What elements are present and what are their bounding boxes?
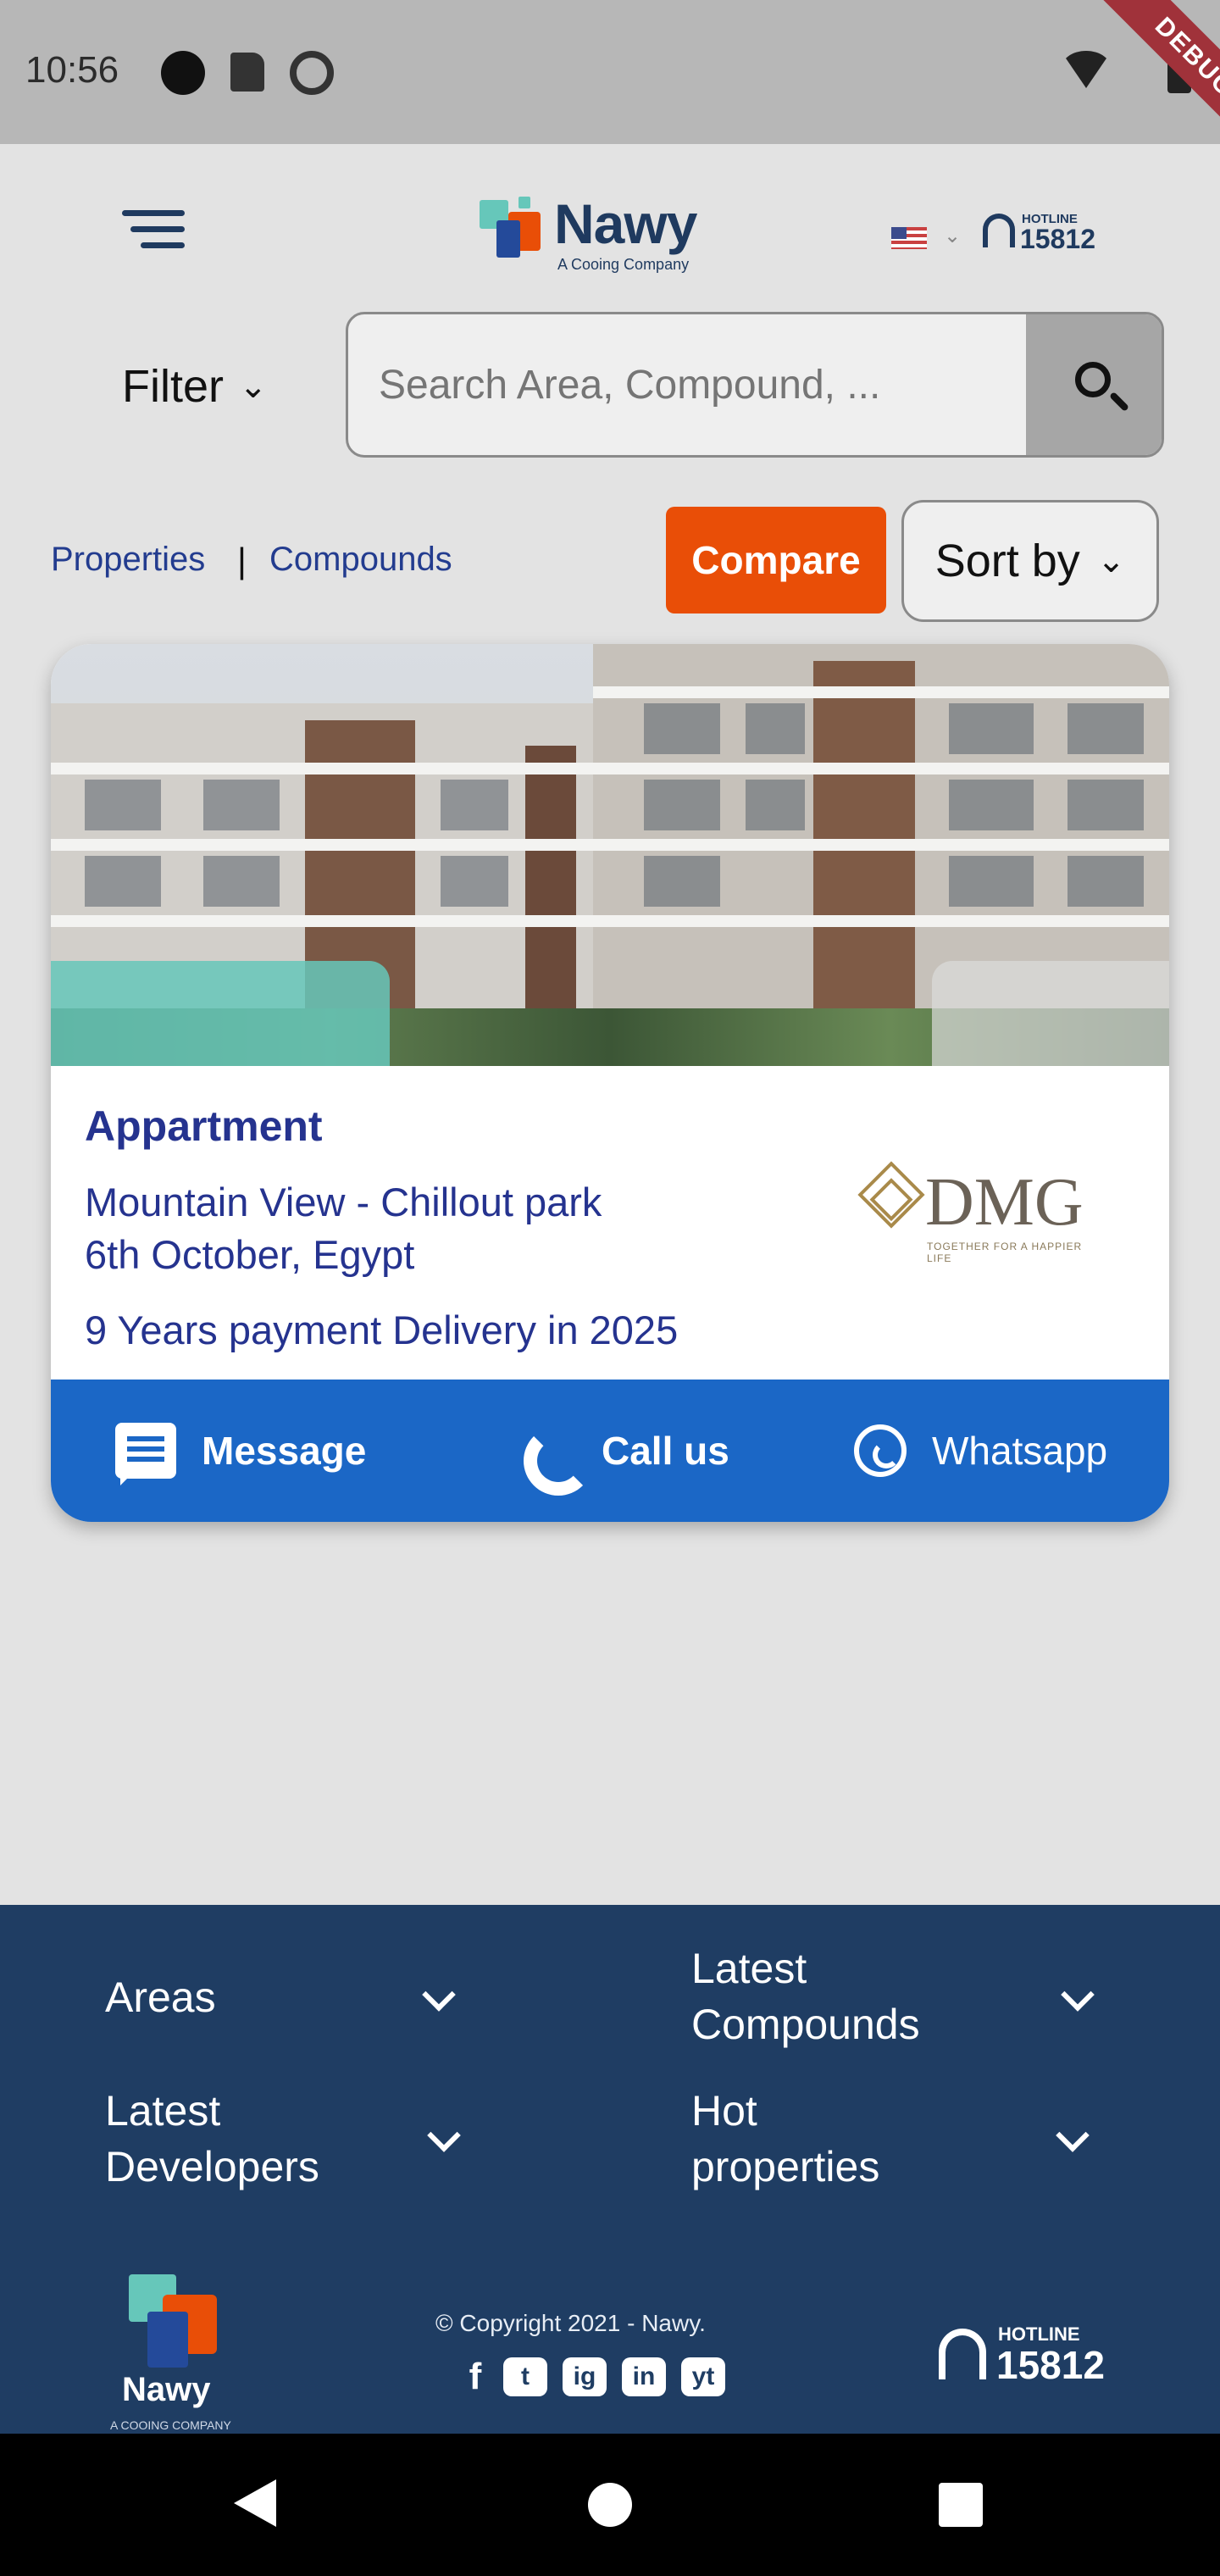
property-details: Appartment Mountain View - Chillout park… bbox=[51, 1066, 1169, 1380]
footer-hot-properties-line2: properties bbox=[691, 2143, 880, 2190]
property-image[interactable] bbox=[51, 644, 1169, 1066]
brand-tagline: A Cooing Company bbox=[557, 256, 690, 273]
chevron-down-icon[interactable] bbox=[1056, 2118, 1090, 2152]
compound-name: Mountain View - Chillout park bbox=[85, 1180, 602, 1224]
us-flag-icon bbox=[891, 227, 927, 249]
message-icon bbox=[115, 1423, 176, 1485]
app-header: Nawy A Cooing Company ⌄ HOTLINE 15812 bbox=[0, 144, 1220, 314]
call-label: Call us bbox=[602, 1429, 729, 1473]
property-area: 6th October, Egypt bbox=[85, 1232, 415, 1277]
search-box bbox=[346, 312, 1164, 458]
footer-hotline-number: 15812 bbox=[996, 2343, 1105, 2387]
developer-logo: DMG TOGETHER FOR A HAPPIER LIFE bbox=[857, 1161, 1110, 1266]
status-time: 10:56 bbox=[25, 49, 119, 91]
contact-actions: Message Call us Whatsapp bbox=[51, 1380, 1169, 1522]
whatsapp-icon bbox=[854, 1424, 907, 1477]
twitter-icon[interactable]: t bbox=[503, 2357, 547, 2396]
chevron-down-icon: ⌄ bbox=[239, 368, 268, 405]
sort-label: Sort by bbox=[934, 536, 1080, 586]
back-icon[interactable] bbox=[234, 2479, 276, 2527]
search-icon bbox=[1075, 362, 1111, 397]
copyright-text: © Copyright 2021 - Nawy. bbox=[435, 2310, 706, 2336]
linkedin-icon[interactable]: in bbox=[622, 2357, 666, 2396]
social-links: f t ig in yt bbox=[463, 2356, 725, 2397]
footer-latest-compounds-line2: Compounds bbox=[691, 2001, 920, 2048]
footer-hot-properties-line1: Hot bbox=[691, 2087, 757, 2135]
menu-icon[interactable] bbox=[122, 210, 185, 253]
nawy-mark-icon bbox=[480, 197, 541, 258]
footer-areas[interactable]: Areas bbox=[105, 1969, 216, 2025]
chevron-down-icon: ⌄ bbox=[1096, 542, 1126, 580]
developer-name: DMG bbox=[925, 1165, 1084, 1240]
call-button[interactable]: Call us bbox=[520, 1380, 729, 1522]
whatsapp-label: Whatsapp bbox=[932, 1429, 1108, 1473]
message-button[interactable]: Message bbox=[115, 1380, 366, 1522]
site-footer: Areas Latest Compounds Latest Developers… bbox=[0, 1905, 1220, 2434]
at-sign-icon bbox=[290, 51, 334, 95]
footer-logo[interactable]: Nawy A COOING COMPANY bbox=[110, 2269, 254, 2434]
brand-name: Nawy bbox=[554, 192, 697, 255]
footer-latest-developers-line1: Latest bbox=[105, 2087, 221, 2135]
hotline-number: 15812 bbox=[1020, 224, 1095, 254]
whatsapp-button[interactable]: Whatsapp bbox=[854, 1380, 1107, 1522]
developer-diamond-icon bbox=[857, 1161, 925, 1229]
system-nav-bar bbox=[0, 2434, 1220, 2576]
footer-hotline[interactable]: HOTLINE 15812 bbox=[939, 2323, 1117, 2391]
payment-plan: 9 Years payment Delivery in 2025 bbox=[85, 1307, 679, 1352]
footer-latest-developers[interactable]: Latest Developers bbox=[105, 2083, 319, 2195]
image-badge-right bbox=[932, 961, 1169, 1066]
nawy-logo[interactable]: Nawy A Cooing Company bbox=[476, 192, 747, 276]
language-selector[interactable]: ⌄ bbox=[891, 222, 968, 256]
property-location: Mountain View - Chillout park 6th Octobe… bbox=[85, 1176, 602, 1281]
chevron-down-icon[interactable] bbox=[422, 1978, 456, 2012]
footer-latest-compounds-line1: Latest bbox=[691, 1945, 807, 1992]
tab-separator: | bbox=[237, 541, 247, 580]
property-card[interactable]: Appartment Mountain View - Chillout park… bbox=[51, 644, 1169, 1522]
footer-hot-properties[interactable]: Hot properties bbox=[691, 2083, 879, 2195]
property-type: Appartment bbox=[85, 1102, 323, 1150]
hotline-header[interactable]: HOTLINE 15812 bbox=[983, 210, 1101, 261]
filter-button[interactable]: Filter ⌄ bbox=[122, 354, 268, 419]
phone-icon bbox=[520, 1423, 576, 1479]
status-bar: 10:56 DEBUG bbox=[0, 0, 1220, 183]
chevron-down-icon: ⌄ bbox=[944, 225, 962, 247]
developer-tagline: TOGETHER FOR A HAPPIER LIFE bbox=[927, 1241, 1083, 1264]
headset-icon bbox=[939, 2329, 986, 2379]
headset-icon bbox=[983, 214, 1015, 247]
filter-label: Filter bbox=[122, 361, 224, 412]
search-input[interactable] bbox=[379, 362, 1040, 408]
recent-apps-icon[interactable] bbox=[939, 2483, 983, 2527]
sd-card-icon bbox=[230, 53, 264, 92]
search-button[interactable] bbox=[1026, 314, 1162, 455]
facebook-icon[interactable]: f bbox=[463, 2356, 488, 2397]
youtube-icon[interactable]: yt bbox=[681, 2357, 725, 2396]
home-icon[interactable] bbox=[588, 2483, 632, 2527]
footer-brand: Nawy bbox=[122, 2371, 211, 2408]
compare-button[interactable]: Compare bbox=[666, 507, 886, 613]
sort-button[interactable]: Sort by ⌄ bbox=[901, 500, 1159, 622]
footer-latest-compounds[interactable]: Latest Compounds bbox=[691, 1940, 920, 2052]
footer-areas-label: Areas bbox=[105, 1974, 216, 2021]
footer-brand-tag: A COOING COMPANY bbox=[110, 2418, 231, 2432]
message-label: Message bbox=[202, 1429, 367, 1473]
wifi-icon bbox=[1061, 51, 1112, 88]
chevron-down-icon[interactable] bbox=[427, 2118, 461, 2152]
tab-properties[interactable]: Properties bbox=[51, 541, 205, 579]
notification-dot-icon bbox=[161, 51, 205, 95]
tab-compounds[interactable]: Compounds bbox=[269, 541, 452, 579]
chevron-down-icon[interactable] bbox=[1061, 1978, 1095, 2012]
image-badge-left bbox=[51, 961, 390, 1066]
instagram-icon[interactable]: ig bbox=[563, 2357, 607, 2396]
footer-latest-developers-line2: Developers bbox=[105, 2143, 319, 2190]
